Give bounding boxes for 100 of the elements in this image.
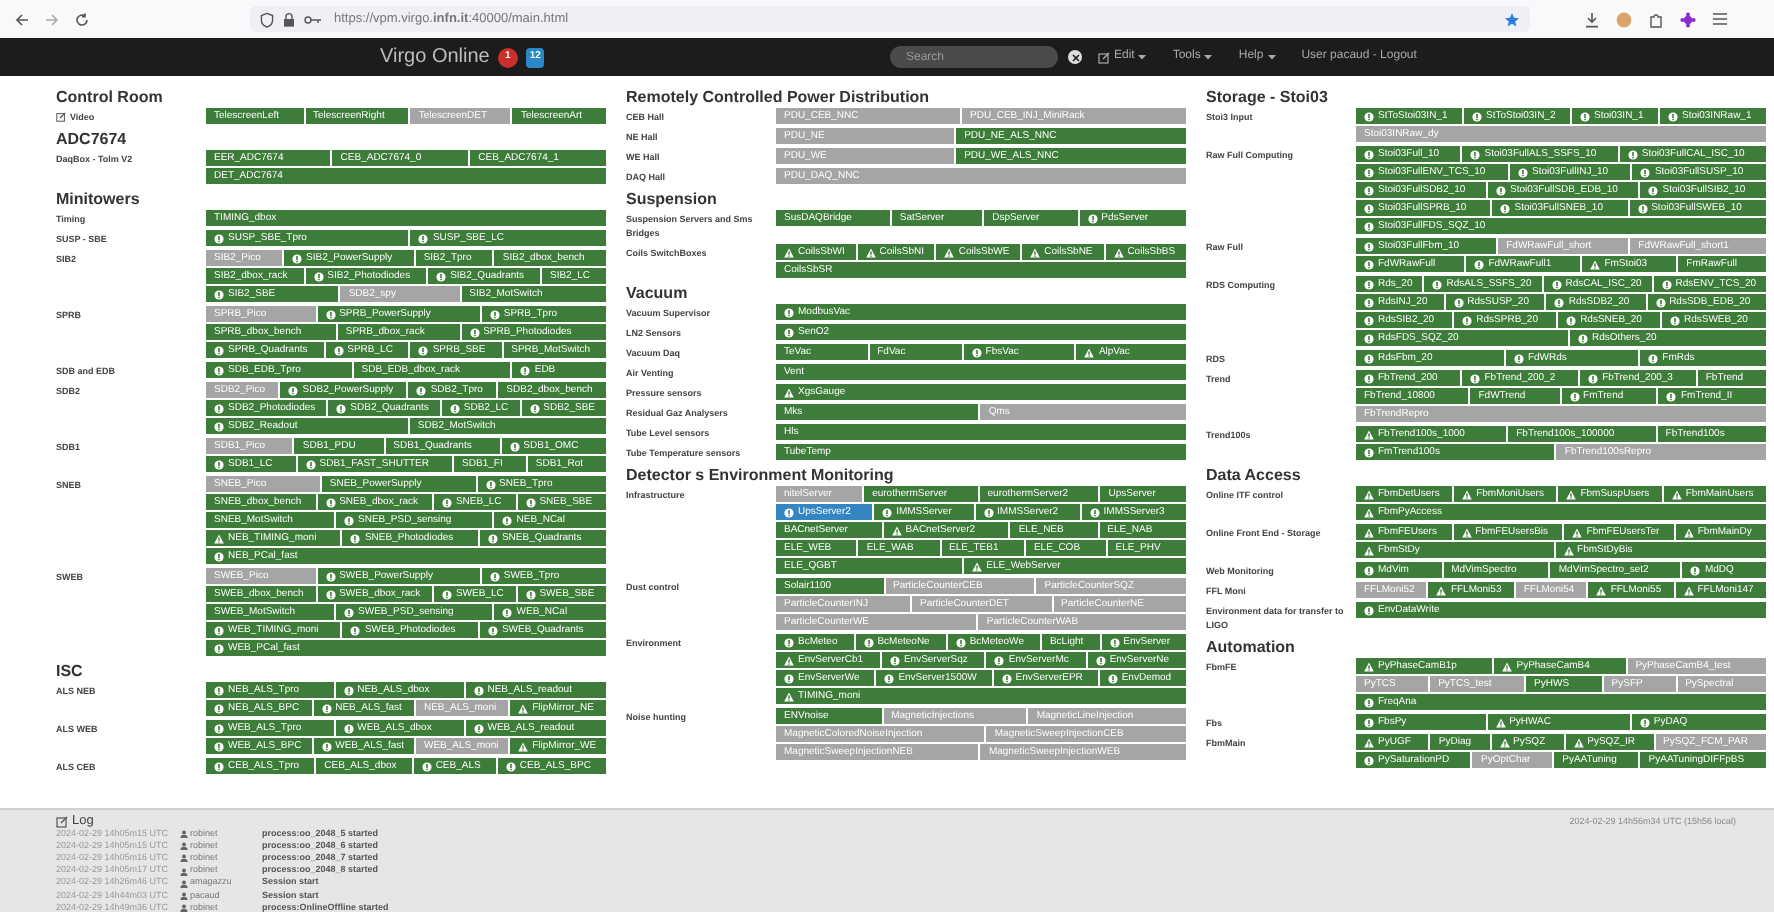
info-icon — [1364, 315, 1374, 325]
info-icon — [784, 637, 794, 647]
info-icon — [1364, 717, 1374, 727]
info-icon — [487, 625, 498, 635]
app-title: Virgo Online — [380, 44, 490, 72]
info-icon — [214, 403, 224, 413]
warning-icon — [944, 247, 955, 257]
info-icon — [971, 347, 982, 357]
info-icon — [1364, 373, 1374, 383]
warning-icon — [1683, 527, 1694, 537]
caret-icon — [1267, 54, 1276, 60]
warning-icon — [1566, 489, 1577, 499]
warning-icon — [1596, 585, 1607, 595]
info-icon — [1569, 391, 1580, 401]
info-icon — [1666, 391, 1677, 401]
info-icon — [1470, 149, 1481, 159]
edit-icon — [56, 111, 66, 121]
info-icon — [505, 761, 516, 771]
info-icon — [350, 533, 361, 543]
info-icon — [1089, 507, 1100, 517]
back-icon — [14, 11, 30, 27]
info-icon — [214, 233, 224, 243]
info-icon — [1472, 111, 1482, 121]
info-icon — [1637, 203, 1648, 213]
info-icon — [1668, 111, 1678, 121]
warning-icon — [865, 247, 876, 257]
info-icon — [350, 625, 361, 635]
user-icon — [180, 854, 188, 863]
clear-search-button[interactable] — [1068, 50, 1082, 64]
info-icon — [489, 571, 500, 581]
info-icon — [313, 271, 324, 281]
info-icon — [1566, 315, 1577, 325]
info-icon — [343, 685, 354, 695]
info-icon — [214, 459, 224, 469]
avatar-icon — [1616, 11, 1632, 27]
warning-icon — [972, 561, 983, 571]
warning-icon — [891, 525, 902, 535]
info-icon — [214, 625, 224, 635]
warning-icon — [214, 533, 224, 543]
info-icon — [994, 655, 1005, 665]
info-icon — [214, 685, 224, 695]
info-icon — [214, 345, 224, 355]
warning-icon — [784, 655, 794, 665]
info-icon — [1364, 241, 1374, 251]
info-icon — [214, 365, 224, 375]
bookmark-star-icon — [1504, 11, 1520, 27]
section-title: Automation — [1206, 636, 1297, 658]
info-icon — [1364, 297, 1374, 307]
info-icon — [1669, 315, 1680, 325]
info-icon — [1655, 297, 1666, 307]
info-icon — [1087, 213, 1098, 223]
user-icon — [180, 904, 188, 912]
section-title: ADC7674 — [56, 128, 129, 150]
warning-icon — [1364, 507, 1374, 517]
info-icon — [1470, 373, 1481, 383]
info-icon — [214, 551, 224, 561]
info-icon — [489, 309, 500, 319]
info-icon — [288, 385, 299, 395]
info-icon — [1364, 203, 1374, 213]
caret-icon — [1138, 54, 1147, 60]
warning-icon — [784, 247, 794, 257]
menu-icon — [1712, 12, 1728, 26]
close-icon — [1071, 53, 1079, 61]
info-icon — [1500, 203, 1511, 213]
info-icon — [336, 403, 347, 413]
warning-icon — [1499, 737, 1510, 747]
info-icon — [1432, 279, 1443, 289]
info-icon — [305, 459, 316, 469]
warning-icon — [1364, 661, 1374, 671]
info-icon — [1364, 755, 1374, 765]
info-icon — [1453, 297, 1464, 307]
section-title: ISC — [56, 660, 85, 682]
info-icon — [1551, 279, 1562, 289]
warning-icon — [1364, 489, 1374, 499]
user-icon — [180, 892, 188, 901]
info-icon — [214, 741, 224, 751]
forward-icon — [44, 11, 60, 27]
info-icon — [473, 723, 484, 733]
warning-icon — [1364, 429, 1374, 439]
section-title: Vacuum — [626, 282, 690, 304]
warning-icon — [1495, 717, 1506, 727]
info-icon — [502, 607, 513, 617]
lock-icon — [282, 11, 296, 27]
warning-icon — [1590, 259, 1601, 269]
info-icon — [1364, 167, 1374, 177]
warning-icon — [1436, 585, 1447, 595]
section-title: Remotely Controlled Power Distribution — [626, 86, 932, 108]
info-icon — [1661, 279, 1672, 289]
warning-icon — [1502, 661, 1513, 671]
info-icon — [1640, 167, 1651, 177]
info-icon — [1495, 185, 1506, 195]
warning-icon — [1671, 489, 1682, 499]
section-title: Detector s Environment Monitoring — [626, 464, 896, 486]
info-icon — [1648, 185, 1659, 195]
warning-icon — [1364, 527, 1374, 537]
warning-icon — [1462, 489, 1473, 499]
warning-icon — [1683, 585, 1694, 595]
warning-icon — [1461, 527, 1472, 537]
info-icon — [1578, 333, 1589, 343]
warning-icon — [1364, 737, 1374, 747]
